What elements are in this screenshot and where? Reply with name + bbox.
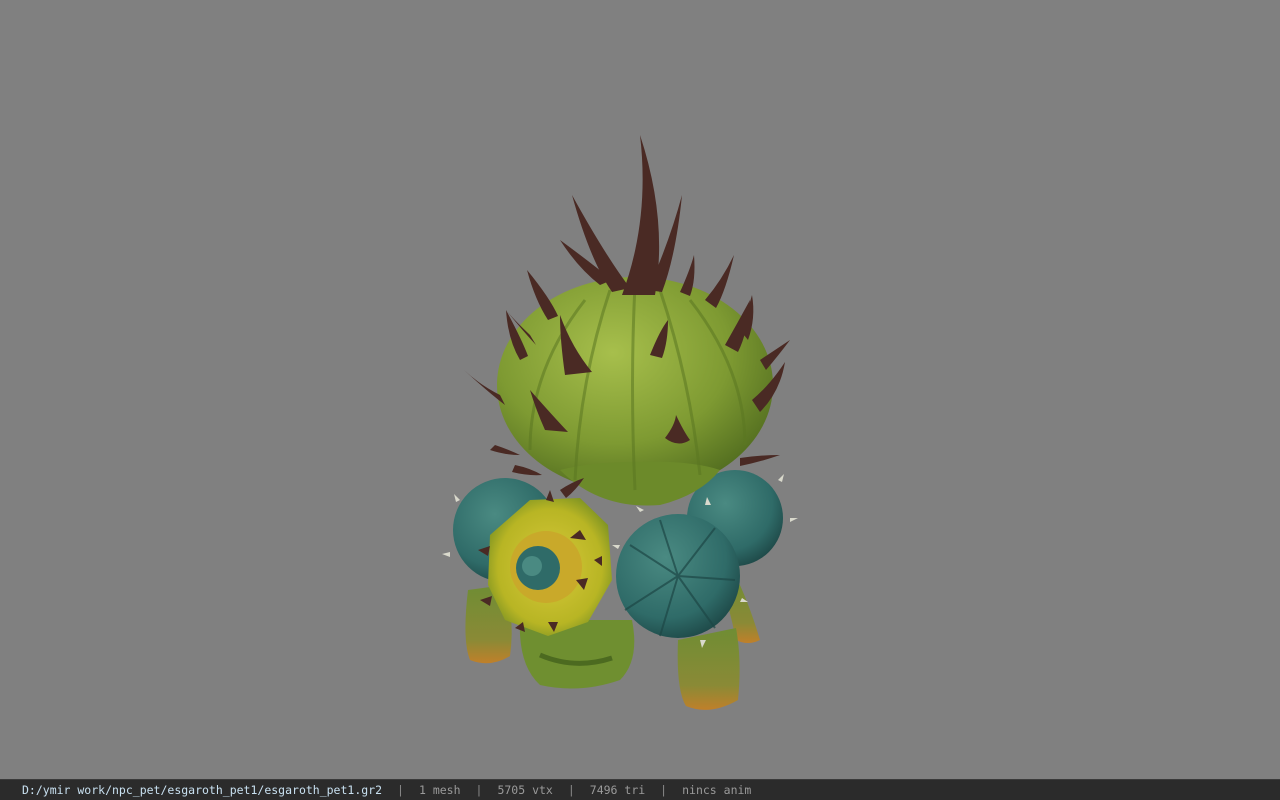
separator: |	[660, 783, 668, 797]
mesh-count: 1 mesh	[418, 783, 461, 797]
separator: |	[397, 783, 404, 797]
cactus-pet-model	[442, 135, 798, 710]
separator: |	[567, 783, 575, 797]
triangle-count: 7496 tri	[589, 783, 646, 797]
3d-viewport[interactable]	[0, 0, 1280, 779]
file-path: D:/ymir work/npc_pet/esgaroth_pet1/esgar…	[22, 783, 383, 797]
vertex-count: 5705 vtx	[497, 783, 553, 797]
animation-status: nincs anim	[682, 783, 752, 797]
separator: |	[475, 783, 483, 797]
status-bar: D:/ymir work/npc_pet/esgaroth_pet1/esgar…	[0, 779, 1280, 800]
